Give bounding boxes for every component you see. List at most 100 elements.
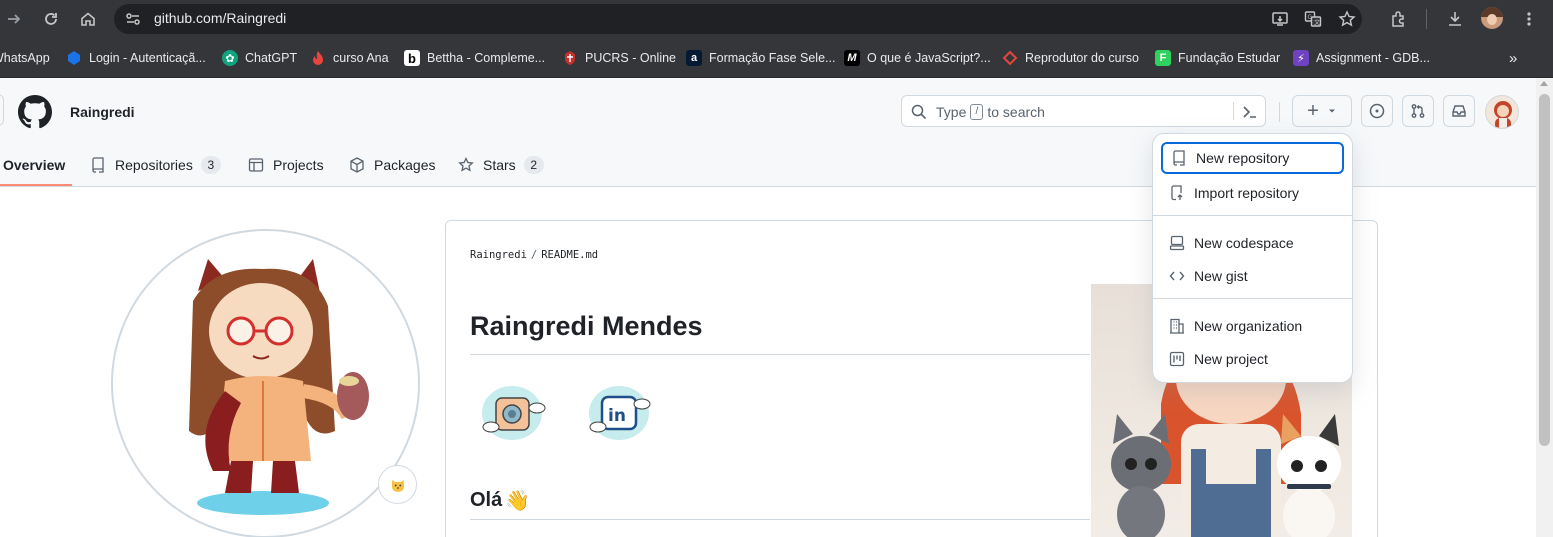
bookmark-login[interactable]: Login - Autenticaçã... [66,49,206,67]
tab-projects[interactable]: Projects [248,142,324,187]
command-palette-icon[interactable] [1241,103,1259,121]
bookmark-reprodutor[interactable]: Reprodutor do curso [1002,49,1139,67]
search-divider [1233,102,1234,120]
menu-divider [1153,215,1352,216]
gdb-icon: ⚡ [1293,50,1309,66]
scrollbar-thumb[interactable] [1539,94,1550,446]
menu-import-repository[interactable]: Import repository [1161,177,1344,209]
login-icon [66,50,82,66]
menu-new-gist[interactable]: New gist [1161,260,1344,292]
readme-path-file[interactable]: README.md [541,249,598,261]
bookmark-javascript[interactable]: M O que é JavaScript?... [844,49,991,67]
code-icon [1169,271,1185,281]
menu-new-project[interactable]: New project [1161,343,1344,375]
url-text[interactable]: github.com/Raingredi [154,10,286,26]
reload-icon[interactable] [39,7,63,31]
address-bar[interactable] [114,4,1362,34]
flame-icon [310,50,326,66]
menu-new-organization[interactable]: New organization [1161,310,1344,342]
project-icon [1169,351,1185,367]
site-settings-icon[interactable] [124,10,142,28]
repo-push-icon [1171,185,1183,201]
bookmark-whatsapp[interactable]: WhatsApp [0,49,50,67]
search-icon [911,104,927,120]
bookmark-fundacao[interactable]: F Fundação Estudar [1155,49,1280,67]
profile-avatar-large[interactable] [111,229,420,537]
bookmark-star-icon[interactable] [1337,9,1357,29]
menu-new-codespace[interactable]: New codespace [1161,227,1344,259]
page-scrollbar[interactable] [1536,78,1553,537]
bookmark-curso-ana[interactable]: curso Ana [310,49,389,67]
issue-opened-icon [1369,103,1385,119]
git-pull-request-icon [1411,104,1425,118]
profile-avatar[interactable] [1481,7,1503,29]
triangle-down-icon [1328,109,1335,113]
search-placeholder: Type / to search [936,104,1045,120]
mdn-icon: M [844,50,860,66]
inbox-button[interactable] [1443,95,1475,127]
menu-button[interactable] [0,94,4,126]
scroll-up-arrow-icon[interactable] [1540,81,1548,86]
downloads-icon[interactable] [1445,9,1465,29]
bookmark-chatgpt[interactable]: ✿ ChatGPT [222,49,297,67]
menu-divider [1153,298,1352,299]
repo-icon [1173,150,1185,166]
package-icon [350,156,364,173]
menu-new-repository[interactable]: New repository [1161,142,1344,174]
chatgpt-icon: ✿ [222,50,238,66]
status-emoji-button[interactable] [378,465,417,504]
plus-icon: + [1307,100,1319,122]
more-bookmarks-chevron[interactable]: » [1509,49,1517,67]
header-separator [1279,102,1280,122]
tab-packages[interactable]: Packages [349,142,435,187]
instagram-icon [482,386,546,440]
extensions-icon[interactable] [1389,9,1409,29]
instagram-badge[interactable] [477,382,547,442]
slash-key-hint: / [970,104,984,120]
pull-requests-button[interactable] [1402,95,1434,127]
svg-text:文: 文 [1314,19,1320,27]
star-icon [458,156,474,172]
inbox-icon [1452,105,1466,117]
estudar-icon: F [1155,50,1171,66]
profile-tabs: Overview Repositories 3 Projects Package… [0,142,700,187]
bookmark-bettha[interactable]: b Bettha - Compleme... [404,49,545,67]
toolbar-separator [1426,9,1427,29]
tab-stars[interactable]: Stars 2 [458,142,544,187]
readme-path: Raingredi / README.md [470,249,599,261]
create-new-button[interactable]: + [1292,95,1352,127]
tab-overview[interactable]: Overview [3,142,65,187]
codespaces-icon [1169,235,1185,251]
stars-counter: 2 [523,155,544,174]
readme-title: Raingredi Mendes [470,311,703,341]
linkedin-badge[interactable]: in [584,382,654,442]
browser-toolbar: github.com/Raingredi G文 [0,0,1553,38]
alura-icon: a [686,50,702,66]
home-icon[interactable] [76,7,100,31]
tab-repositories[interactable]: Repositories 3 [90,142,221,187]
translate-icon[interactable]: G文 [1303,9,1323,29]
cat-face-icon [391,479,404,492]
bookmarks-bar: WhatsApp Login - Autenticaçã... ✿ ChatGP… [0,38,1553,78]
github-logo-icon[interactable] [18,95,52,129]
repo-icon [92,156,104,173]
more-menu-icon[interactable] [1519,9,1539,29]
issues-button[interactable] [1361,95,1393,127]
bookmark-assignment[interactable]: ⚡ Assignment - GDB... [1293,49,1430,67]
pucrs-icon [562,50,578,66]
bookmark-formacao[interactable]: a Formação Fase Sele... [686,49,835,67]
user-avatar[interactable] [1485,95,1519,129]
install-app-icon[interactable] [1270,9,1290,29]
bookmark-pucrs[interactable]: PUCRS - Online [562,49,676,67]
table-icon [248,157,264,172]
svg-text:in: in [608,406,626,426]
search-input[interactable]: Type / to search [901,95,1266,127]
linkedin-icon: in [589,386,651,440]
bettha-icon: b [404,50,420,66]
readme-path-user[interactable]: Raingredi [470,249,527,261]
waving-hand-icon: 👋 [505,490,531,512]
profile-breadcrumb[interactable]: Raingredi [70,104,135,120]
organization-icon [1170,318,1184,334]
forward-arrow-icon[interactable] [2,7,26,31]
greeting-heading: Olá 👋 [470,489,531,512]
